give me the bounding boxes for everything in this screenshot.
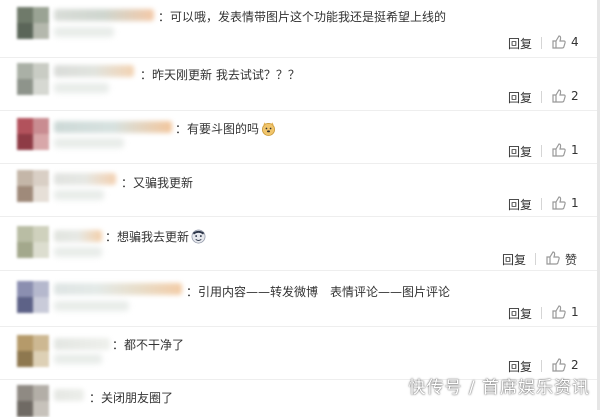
thumbs-up-icon[interactable] [552, 35, 566, 49]
mask-face-emoji-icon [191, 229, 206, 244]
username-blurred[interactable] [54, 283, 182, 295]
like-count: 1 [571, 143, 579, 157]
comment-text: ：引用内容——转发微博 表情评论——图片评论 [186, 285, 451, 299]
username-blurred[interactable] [54, 121, 172, 133]
username-blurred-line [54, 27, 114, 37]
thumbs-up-icon[interactable] [552, 196, 566, 210]
avatar[interactable] [17, 118, 49, 150]
thumbs-up-icon[interactable] [552, 358, 566, 372]
reply-button[interactable]: 回复 [508, 35, 532, 52]
username-blurred-line [54, 83, 109, 93]
reply-button[interactable]: 回复 [508, 196, 532, 213]
avatar[interactable] [17, 170, 49, 202]
thumbs-up-icon[interactable] [546, 251, 560, 265]
divider [541, 37, 542, 49]
like-count: 1 [571, 305, 579, 319]
divider [535, 253, 536, 265]
like-count: 2 [571, 89, 579, 103]
username-blurred-line [54, 301, 129, 311]
username-blurred[interactable] [54, 9, 154, 21]
comment-text: ：都不干净了 [112, 338, 185, 352]
avatar[interactable] [17, 63, 49, 95]
comment-item-6: ：引用内容——转发微博 表情评论——图片评论 回复 1 [0, 270, 600, 327]
username-blurred[interactable] [54, 230, 102, 242]
username-blurred[interactable] [54, 338, 110, 350]
like-count: 2 [571, 358, 579, 372]
avatar[interactable] [17, 335, 49, 367]
comment-item-5: ：想骗我去更新 回复 赞 [0, 216, 600, 271]
thumbs-up-icon[interactable] [552, 143, 566, 157]
like-button-label[interactable]: 赞 [565, 251, 577, 268]
avatar[interactable] [17, 7, 49, 39]
username-blurred[interactable] [54, 65, 134, 77]
thumbs-up-icon[interactable] [552, 305, 566, 319]
comment-text: ：关闭朋友圈了 [89, 391, 174, 405]
username-blurred[interactable] [54, 389, 84, 401]
divider [541, 198, 542, 210]
like-count: 1 [571, 196, 579, 210]
comment-text-content: ：有要斗图的吗 [175, 122, 260, 136]
comment-text: ：昨天刚更新 我去试试？？？ [140, 68, 300, 82]
like-count: 4 [571, 35, 579, 49]
reply-button[interactable]: 回复 [502, 251, 526, 268]
divider [541, 307, 542, 319]
comment-item-7: ：都不干净了 回复 2 [0, 326, 600, 380]
avatar[interactable] [17, 385, 49, 417]
reply-button[interactable]: 回复 [508, 89, 532, 106]
divider [541, 145, 542, 157]
comment-text: ：想骗我去更新 [105, 228, 206, 245]
comment-item-2: ：昨天刚更新 我去试试？？？ 回复 2 [0, 57, 600, 111]
username-blurred-line [54, 354, 102, 364]
thumbs-up-icon[interactable] [552, 89, 566, 103]
username-blurred-line [54, 138, 124, 148]
divider [541, 360, 542, 372]
comment-item-1: ：可以哦，发表情带图片这个功能我还是挺希望上线的 回复 4 [0, 0, 600, 58]
comment-text-content: ：想骗我去更新 [105, 230, 190, 244]
comment-text: ：可以哦，发表情带图片这个功能我还是挺希望上线的 [158, 10, 447, 24]
comment-text: ：有要斗图的吗 [175, 120, 276, 137]
comment-item-4: ：又骗我更新 回复 1 [0, 163, 600, 217]
watermark: 快传号 / 首席娱乐资讯 [408, 378, 590, 398]
reply-button[interactable]: 回复 [508, 305, 532, 322]
avatar[interactable] [17, 281, 49, 313]
username-blurred[interactable] [54, 173, 116, 185]
username-blurred-line [54, 247, 102, 257]
doge-emoji-icon [262, 122, 275, 136]
comment-item-3: ：有要斗图的吗 回复 1 [0, 110, 600, 164]
reply-button[interactable]: 回复 [508, 143, 532, 160]
avatar[interactable] [17, 226, 49, 258]
username-blurred-line [54, 190, 104, 200]
divider [541, 91, 542, 103]
comment-text: ：又骗我更新 [121, 176, 194, 190]
